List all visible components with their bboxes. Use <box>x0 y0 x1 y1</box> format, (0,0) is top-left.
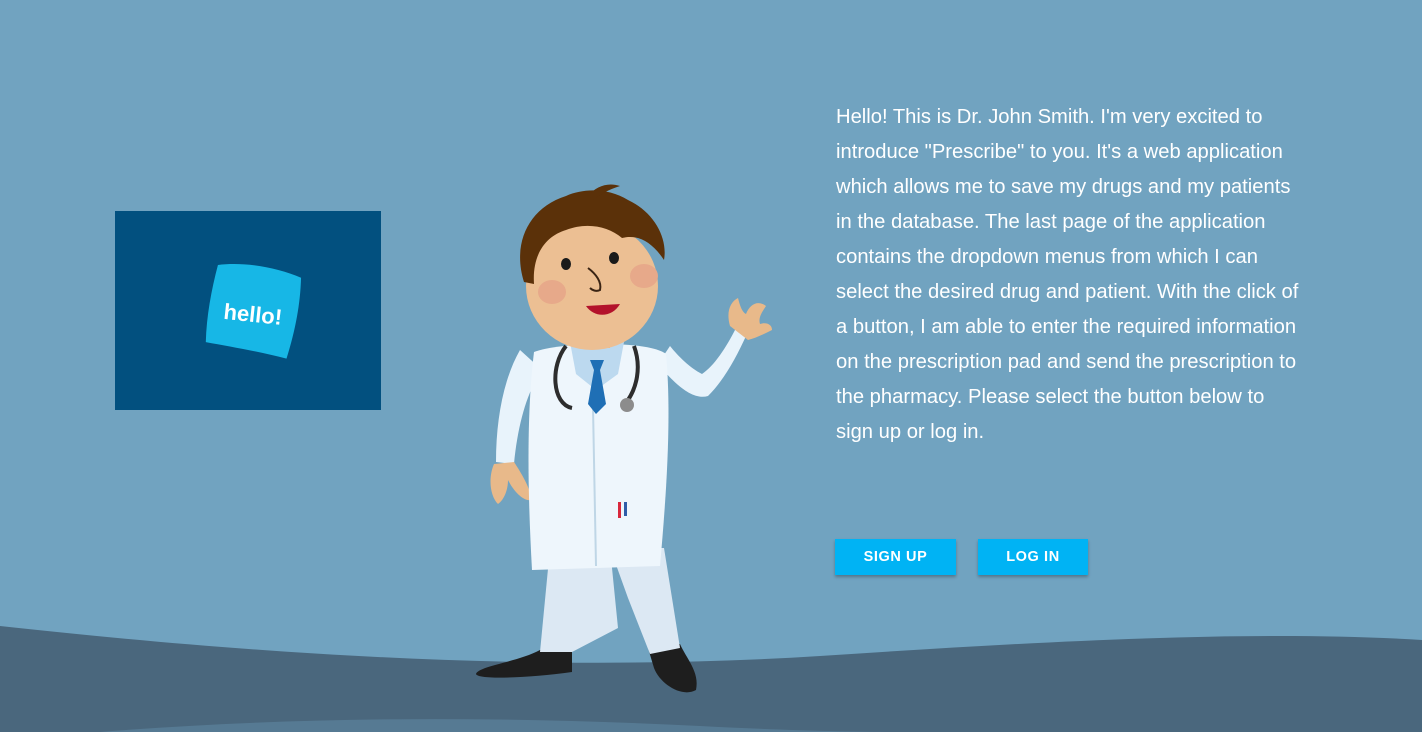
log-in-button[interactable]: LOG IN <box>978 539 1088 575</box>
intro-text: Hello! This is Dr. John Smith. I'm very … <box>836 106 1299 443</box>
sign-up-button[interactable]: SIGN UP <box>835 539 956 575</box>
intro-video[interactable]: hello! <box>115 211 381 410</box>
hello-badge-icon: hello! <box>205 264 302 359</box>
doctor-waving-icon <box>476 184 772 693</box>
